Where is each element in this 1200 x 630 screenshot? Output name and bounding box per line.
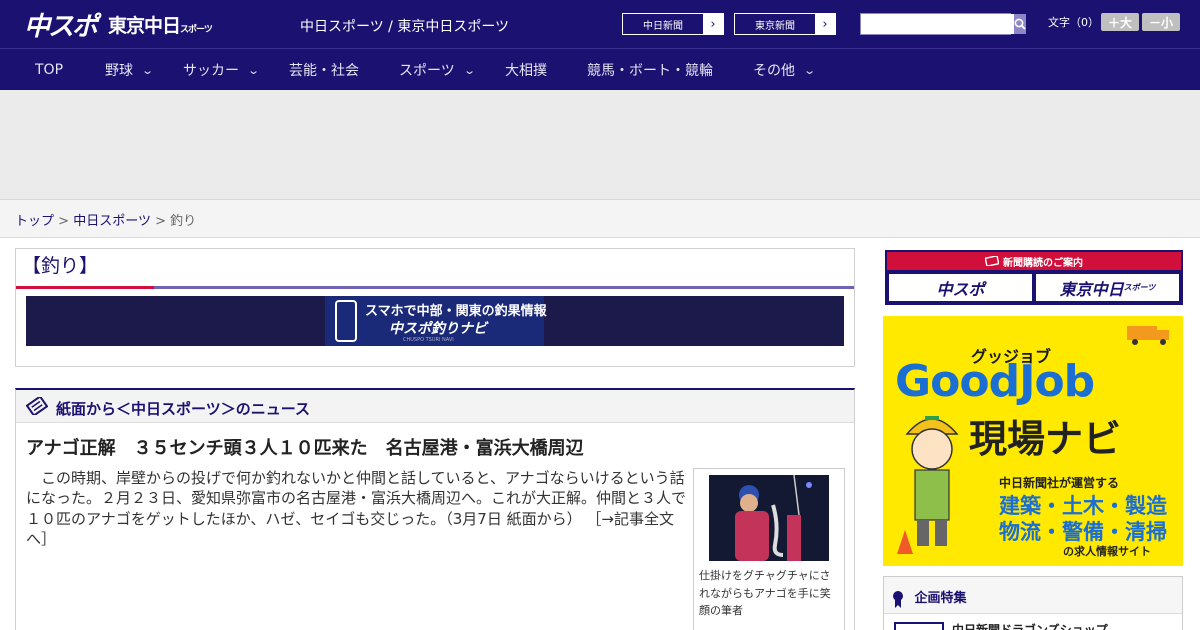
- feature-box: 企画特集 中日新聞ドラゴンズショップ: [883, 576, 1183, 630]
- feature-thumbnail: [894, 622, 944, 630]
- header-bar: 中スポ 東京中日スポーツ 中日スポーツ / 東京中日スポーツ 中日新聞 › 東京…: [0, 0, 1200, 48]
- worker-mascot-illustration: [897, 416, 959, 554]
- chevron-down-icon: ⌄: [247, 63, 261, 77]
- search-icon: [1014, 18, 1026, 30]
- banner-line3: CHUSPO TSURI NAVI: [403, 337, 454, 343]
- news-panel: 紙面から＜中日スポーツ＞のニュース アナゴ正解 ３５センチ頭３人１０匹来た 名古…: [15, 388, 855, 630]
- subscription-title: 新聞購読のご案内: [887, 252, 1181, 270]
- site-logo[interactable]: 中スポ 東京中日スポーツ: [24, 8, 213, 42]
- nav-item-baseball[interactable]: 野球 ⌄: [105, 49, 155, 91]
- font-larger-button[interactable]: ＋大: [1101, 13, 1139, 31]
- search-input[interactable]: [861, 14, 1014, 34]
- banner-line2: 中スポ釣りナビ: [389, 321, 487, 337]
- chevron-right-icon: ›: [703, 14, 723, 34]
- nav-item-top[interactable]: TOP: [35, 49, 63, 91]
- nav-item-soccer[interactable]: サッカー ⌄: [183, 49, 261, 91]
- nav-item-other[interactable]: その他 ⌄: [753, 49, 817, 91]
- newspaper-icon: [985, 256, 999, 266]
- feature-item-title: 中日新聞ドラゴンズショップ: [952, 623, 1108, 630]
- tokyo-shimbun-link[interactable]: 東京新聞 ›: [734, 13, 836, 35]
- nav-item-sports[interactable]: スポーツ ⌄: [399, 49, 476, 91]
- subscribe-chuspo-button[interactable]: 中スポ: [889, 274, 1032, 301]
- breadcrumb-current: 釣り: [170, 214, 197, 229]
- page-title: 【釣り】: [22, 255, 99, 277]
- chevron-right-icon: ›: [815, 14, 835, 34]
- goodjob-ad[interactable]: グッジョブ GoodJob 現場ナビ 中日新聞社が運営する 建築・土木・製造 物…: [883, 316, 1183, 566]
- subscription-box: 新聞購読のご案内 中スポ 東京中日 スポーツ: [885, 250, 1183, 305]
- chevron-down-icon: ⌄: [462, 63, 476, 77]
- font-smaller-button[interactable]: －小: [1142, 13, 1180, 31]
- banner-inner: スマホで中部・関東の釣果情報 中スポ釣りナビ CHUSPO TSURI NAVI: [325, 296, 547, 346]
- title-underline-accent: [16, 286, 154, 289]
- tsuri-navi-banner[interactable]: スマホで中部・関東の釣果情報 中スポ釣りナビ CHUSPO TSURI NAVI: [26, 296, 844, 346]
- angler-photo-illustration: [709, 475, 829, 561]
- chevron-down-icon: ⌄: [141, 63, 155, 77]
- ad-title: 現場ナビ: [969, 417, 1122, 461]
- nav-item-entertainment[interactable]: 芸能・社会: [289, 49, 359, 91]
- breadcrumb-separator: >: [155, 214, 166, 229]
- search-button[interactable]: [1014, 14, 1026, 34]
- ad-space: [0, 90, 1200, 200]
- chevron-down-icon: ⌄: [803, 63, 817, 77]
- smartphone-icon: [335, 300, 357, 342]
- section-title: 紙面から＜中日スポーツ＞のニュース: [56, 400, 310, 418]
- banner-line1: スマホで中部・関東の釣果情報: [365, 304, 547, 319]
- medal-icon: [893, 590, 903, 608]
- breadcrumb-chunichi-sports[interactable]: 中日スポーツ: [73, 214, 151, 229]
- ad-line1: 中日新聞社が運営する: [999, 476, 1120, 490]
- feature-title: 企画特集: [892, 587, 967, 608]
- feature-item[interactable]: 中日新聞ドラゴンズショップ: [884, 613, 1182, 630]
- article-photo[interactable]: [709, 475, 829, 561]
- photo-caption: 仕掛けをグチャグチャにされながらもアナゴを手に笑顔の筆者: [699, 569, 831, 618]
- nav-item-racing[interactable]: 競馬・ボート・競輪: [587, 49, 713, 91]
- site-title: 中日スポーツ / 東京中日スポーツ: [300, 19, 510, 35]
- logo-tokyo-chunichi: 東京中日スポーツ: [108, 14, 213, 37]
- category-panel: 【釣り】 スマホで中部・関東の釣果情報 中スポ釣りナビ CHUSPO TSURI…: [15, 248, 855, 367]
- main-nav: TOP 野球 ⌄ サッカー ⌄ 芸能・社会 スポーツ ⌄ 大相撲 競馬・ボート・競輪 …: [0, 48, 1200, 90]
- title-underline: [154, 286, 854, 289]
- logo-chuspo: 中スポ: [24, 11, 98, 42]
- section-header: 紙面から＜中日スポーツ＞のニュース: [16, 390, 854, 423]
- ad-line3: 物流・警備・清掃: [999, 520, 1167, 544]
- article-photo-box: 仕掛けをグチャグチャにされながらもアナゴを手に笑顔の筆者: [693, 468, 845, 630]
- article-headline[interactable]: アナゴ正解 ３５センチ頭３人１０匹来た 名古屋港・富浜大橋周辺: [26, 434, 584, 460]
- truck-icon: [1127, 326, 1169, 345]
- breadcrumb: トップ > 中日スポーツ > 釣り: [0, 200, 1200, 238]
- ad-brand: GoodJob: [895, 356, 1095, 407]
- subscribe-tokyo-chunichi-button[interactable]: 東京中日 スポーツ: [1036, 274, 1179, 301]
- search-box: [860, 13, 1026, 35]
- article-summary: この時期、岸壁からの投げで何か釣れないかと仲間と話していると、アナゴならいけると…: [26, 469, 687, 548]
- ad-line4: の求人情報サイト: [1063, 545, 1151, 558]
- nav-item-sumo[interactable]: 大相撲: [505, 49, 547, 91]
- font-size-label: 文字（0）: [1048, 16, 1099, 29]
- chunichi-shimbun-link[interactable]: 中日新聞 ›: [622, 13, 724, 35]
- breadcrumb-separator: >: [58, 214, 70, 229]
- newspaper-icon: [26, 397, 48, 415]
- breadcrumb-home[interactable]: トップ: [15, 214, 54, 229]
